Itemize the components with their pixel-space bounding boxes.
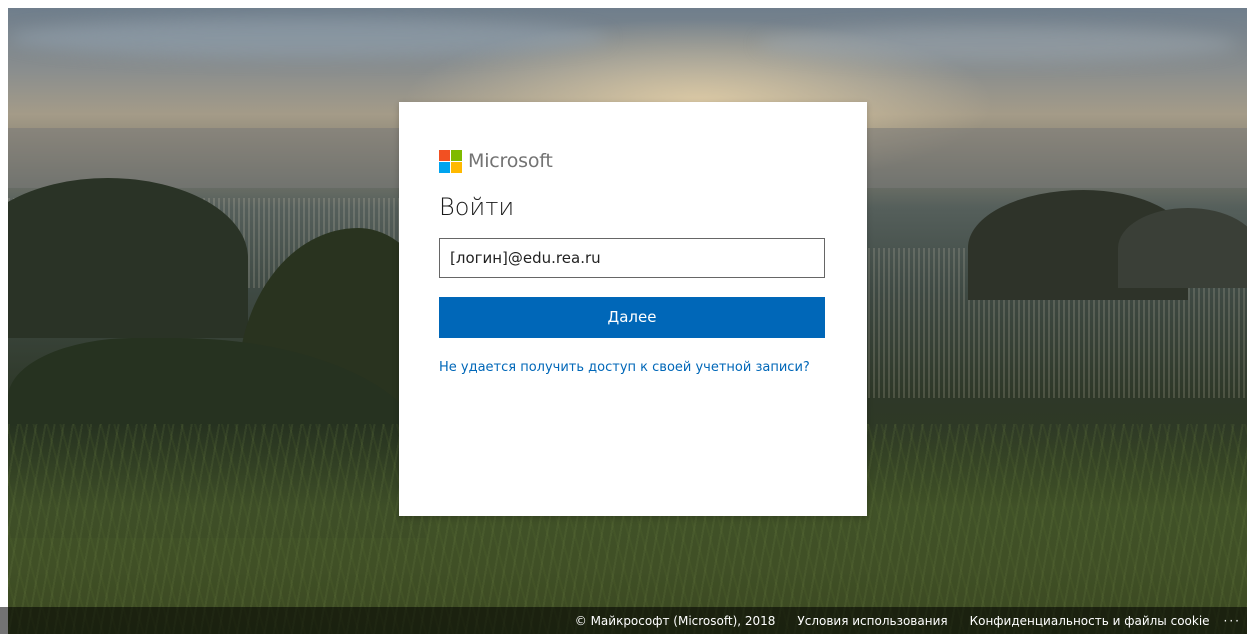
footer: © Майкрософт (Microsoft), 2018 Условия и… [0,607,1247,634]
page-title: Войти [439,193,515,221]
copyright-text: © Майкрософт (Microsoft), 2018 [574,613,776,628]
microsoft-logo-icon [439,149,462,173]
brand: Microsoft [439,146,827,176]
terms-link[interactable]: Условия использования [797,614,947,628]
next-button[interactable]: Далее [439,297,825,338]
signin-card: Microsoft Войти [логин]@edu.rea.ru Далее… [399,102,867,516]
brand-name: Microsoft [468,150,553,172]
privacy-link[interactable]: Конфиденциальность и файлы cookie [970,614,1210,628]
more-options-icon[interactable]: ··· [1224,614,1241,628]
email-field[interactable]: [логин]@edu.rea.ru [439,238,825,278]
cant-access-account-link[interactable]: Не удается получить доступ к своей учетн… [439,360,827,375]
